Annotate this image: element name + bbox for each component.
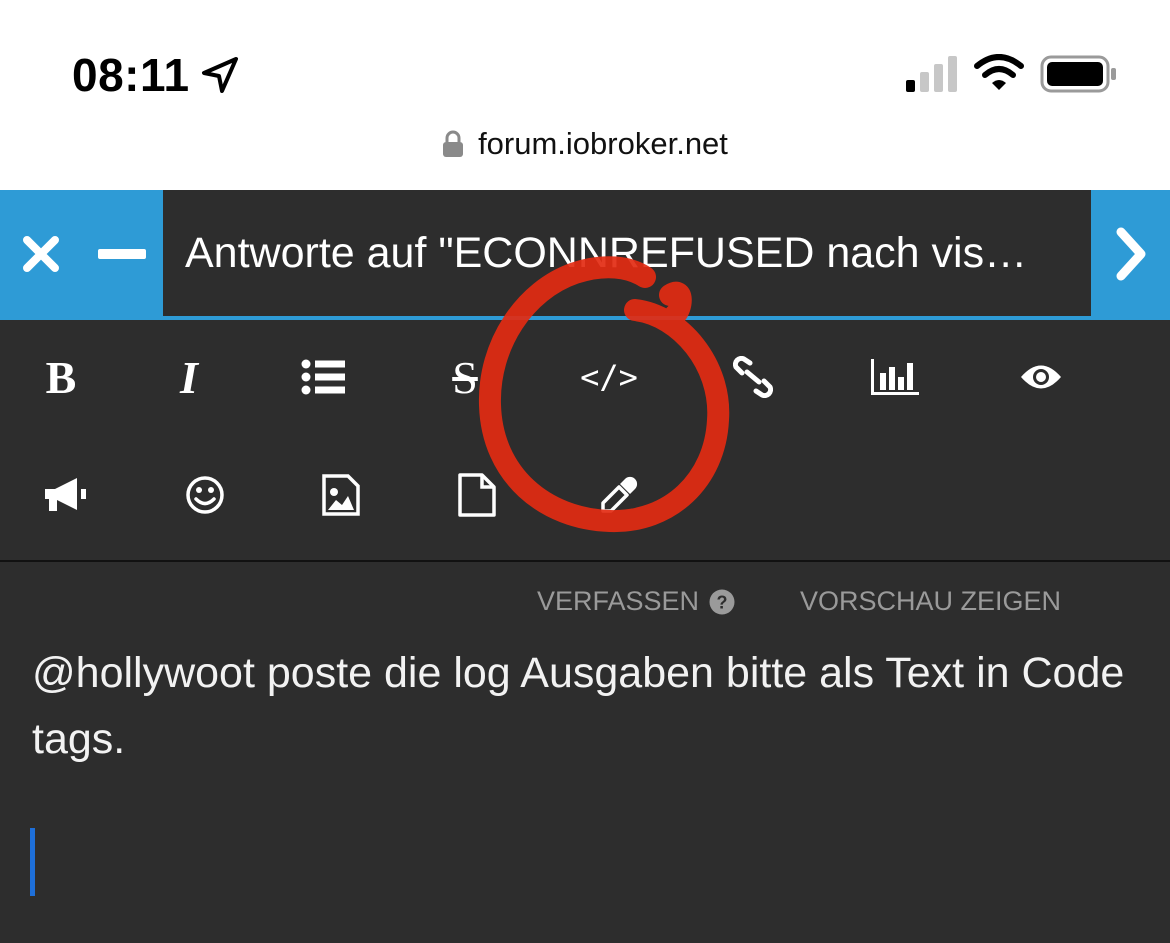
minimize-icon — [98, 249, 146, 259]
minimize-button[interactable] — [82, 190, 162, 318]
eye-icon — [1021, 365, 1061, 389]
location-arrow-icon — [202, 57, 238, 93]
image-button[interactable] — [306, 460, 376, 530]
italic-button[interactable]: I — [154, 342, 224, 412]
megaphone-icon — [45, 478, 86, 511]
bold-icon: B — [45, 351, 77, 403]
code-icon: </> — [580, 358, 638, 396]
submit-button[interactable] — [1092, 190, 1170, 318]
code-button[interactable]: </> — [574, 342, 644, 412]
smiley-icon — [186, 476, 224, 514]
address-bar[interactable]: forum.iobroker.net — [0, 126, 1170, 170]
battery-icon — [1040, 55, 1116, 93]
file-icon — [458, 473, 496, 517]
tab-compose-label: VERFASSEN — [537, 586, 700, 616]
list-button[interactable] — [288, 342, 358, 412]
url-text: forum.iobroker.net — [478, 126, 728, 161]
help-icon[interactable]: ? — [709, 589, 735, 615]
svg-text:?: ? — [717, 592, 728, 612]
link-icon — [733, 356, 773, 398]
tab-compose[interactable]: VERFASSEN ? — [537, 586, 735, 617]
topic-title-field[interactable]: Antworte auf "ECONNREFUSED nach vis… — [163, 190, 1091, 316]
strikethrough-button[interactable]: S — [430, 342, 500, 412]
discard-button[interactable] — [0, 190, 82, 318]
strikethrough-icon: S — [452, 351, 478, 403]
eyedropper-icon — [601, 476, 638, 513]
composer-title-bar: Antworte auf "ECONNREFUSED nach vis… — [0, 190, 1170, 320]
status-bar: 08:11 forum.iobroker.net — [0, 0, 1170, 190]
wifi-icon — [974, 54, 1024, 90]
announce-button[interactable] — [30, 460, 100, 530]
preview-button[interactable] — [1006, 342, 1076, 412]
tab-preview[interactable]: VORSCHAU ZEIGEN — [800, 586, 1061, 617]
status-time: 08:11 — [72, 49, 190, 101]
link-button[interactable] — [718, 342, 788, 412]
emoji-button[interactable] — [170, 460, 240, 530]
composer-textarea[interactable]: @hollywoot poste die log Ausgaben bitte … — [32, 640, 1142, 772]
image-icon — [322, 474, 360, 516]
poll-button[interactable] — [860, 342, 930, 412]
bar-chart-icon — [871, 359, 919, 395]
lock-icon — [443, 130, 464, 157]
list-icon — [301, 359, 345, 395]
formatting-toolbar: B I S </> — [0, 320, 1170, 562]
text-caret — [30, 828, 35, 896]
spoiler-button[interactable] — [584, 460, 654, 530]
bold-button[interactable]: B — [26, 342, 96, 412]
close-icon — [23, 236, 59, 272]
file-button[interactable] — [442, 460, 512, 530]
italic-icon: I — [180, 351, 198, 403]
submit-chevron-icon — [1116, 227, 1146, 281]
signal-icon — [906, 56, 957, 92]
